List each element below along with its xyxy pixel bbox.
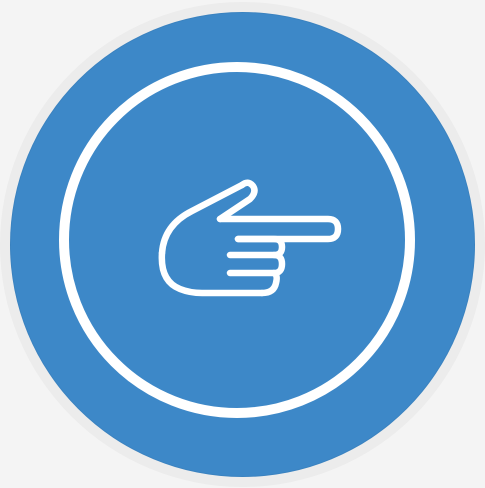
pointing-hand-icon <box>150 175 345 300</box>
icon-stage <box>0 0 485 488</box>
